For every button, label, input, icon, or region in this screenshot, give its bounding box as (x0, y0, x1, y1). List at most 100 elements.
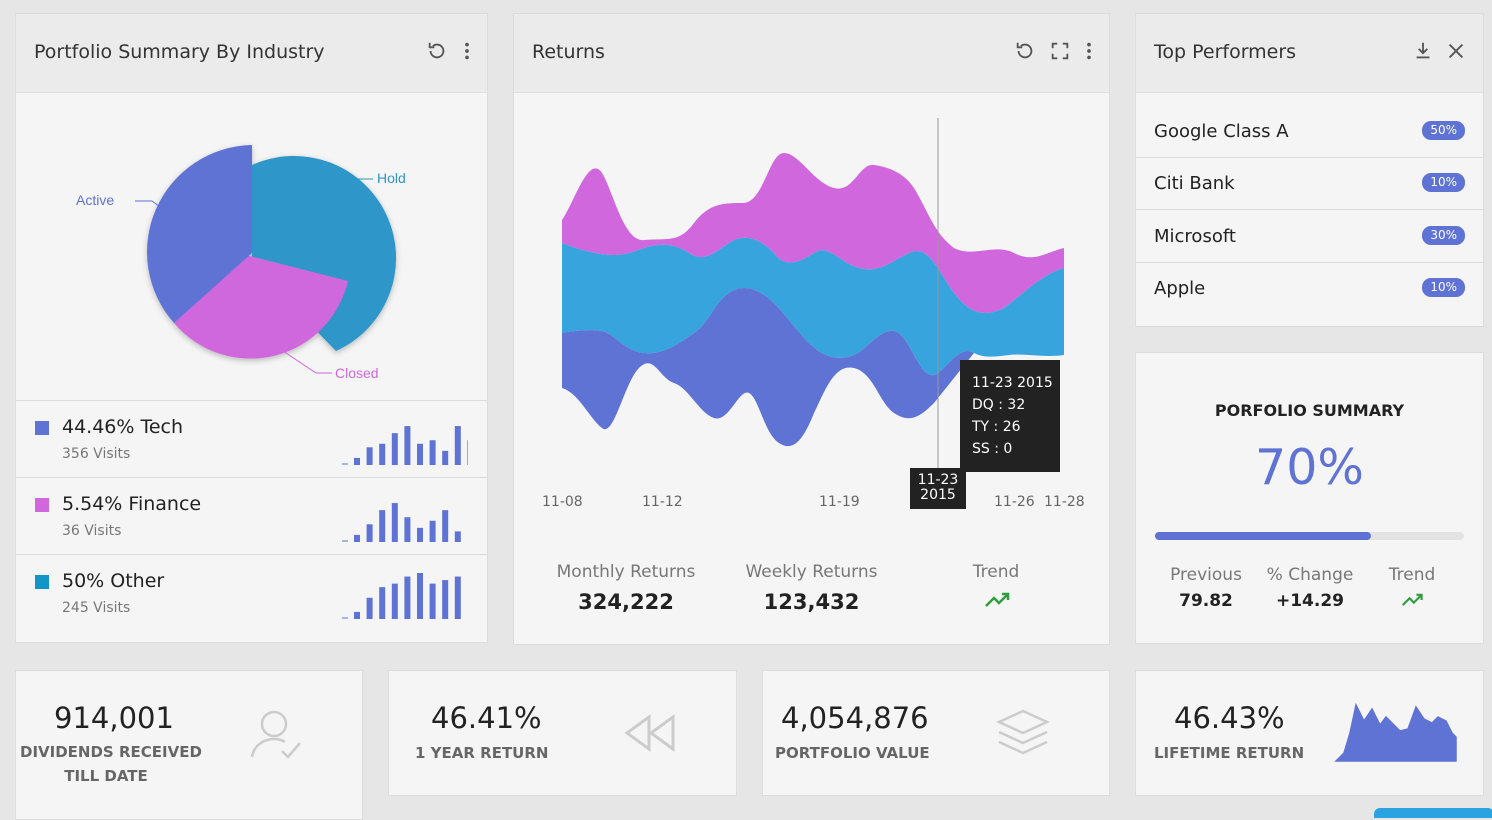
spark-bar (454, 426, 461, 465)
kpi-label: LIFETIME RETURN (1154, 744, 1305, 762)
spark-bar (404, 576, 411, 619)
crosshair-axis-label: 11-23 2015 (910, 468, 966, 509)
kpi-value: 4,054,876 (781, 701, 929, 735)
weekly-returns-label: Weekly Returns (745, 562, 878, 582)
card-title: Portfolio Summary By Industry (34, 41, 325, 63)
portfolio-summary-card: PORFOLIO SUMMARY 70% Previous 79.82 % Ch… (1135, 352, 1484, 644)
top-performers-card: Top Performers Google Class A 50% Citi B… (1135, 13, 1484, 327)
industry-row-finance[interactable]: 5.54% Finance 36 Visits (16, 477, 487, 554)
refresh-icon[interactable] (1014, 40, 1036, 62)
more-vert-icon[interactable] (456, 40, 478, 62)
previous-label: Previous (1170, 565, 1242, 585)
monthly-returns-value: 324,222 (578, 590, 674, 614)
spark-bar (379, 510, 386, 542)
x-tick: 11-12 (642, 494, 683, 510)
more-vert-icon[interactable] (1078, 40, 1100, 62)
spark-bar (442, 510, 449, 542)
performer-badge: 50% (1422, 121, 1465, 140)
x-tick: 11-19 (819, 494, 860, 510)
performer-name: Microsoft (1154, 226, 1236, 247)
visits-sparkline (342, 503, 461, 542)
trend-label: Trend (1388, 565, 1436, 585)
x-tick: 11-26 (994, 494, 1035, 510)
kpi-label: DIVIDENDS RECEIVED (20, 743, 202, 761)
industry-title: 50% Other (62, 570, 165, 592)
spark-bar (354, 534, 360, 542)
performer-row[interactable]: Apple 10% (1136, 262, 1483, 314)
summary-title: PORFOLIO SUMMARY (1214, 401, 1405, 420)
chart-tooltip: 11-23 2015 DQ : 32 TY : 26 SS : 0 (960, 360, 1060, 472)
weekly-returns-value: 123,432 (763, 590, 860, 614)
kpi-card-lifetime-return: 46.43% LIFETIME RETURN (1135, 670, 1484, 796)
percent-change-label: % Change (1266, 565, 1354, 585)
layers-icon (995, 707, 1051, 759)
performer-row[interactable]: Citi Bank 10% (1136, 157, 1483, 210)
summary-progress-track (1155, 532, 1464, 540)
previous-value: 79.82 (1179, 591, 1233, 611)
pie-label-closed: Closed (335, 365, 379, 381)
spark-bar (379, 443, 386, 465)
spark-bar (354, 611, 360, 619)
download-icon[interactable] (1412, 40, 1434, 62)
trend-label: Trend (972, 562, 1020, 582)
tooltip-line-dq: DQ : 32 (972, 397, 1026, 413)
kpi-label-line2: TILL DATE (64, 767, 148, 785)
performer-name: Citi Bank (1154, 173, 1235, 194)
spark-bar (354, 457, 360, 465)
spark-bar (417, 527, 423, 542)
kpi-label: PORTFOLIO VALUE (775, 744, 930, 762)
kpi-label: 1 YEAR RETURN (415, 744, 549, 762)
card-header: Returns (514, 14, 1109, 93)
spark-bar (442, 580, 449, 619)
spark-bar (417, 573, 423, 619)
industry-visits: 36 Visits (62, 523, 122, 539)
industry-row-other[interactable]: 50% Other 245 Visits (16, 554, 487, 631)
close-icon[interactable] (1445, 40, 1467, 62)
spark-bar (379, 587, 386, 619)
summary-value: 70% (1255, 439, 1364, 496)
performer-name: Google Class A (1154, 121, 1289, 142)
spark-bar (391, 503, 398, 542)
performer-badge: 30% (1422, 226, 1465, 245)
tooltip-line-ss: SS : 0 (972, 441, 1013, 457)
legend-swatch (35, 575, 49, 589)
rewind-icon (623, 713, 677, 753)
performer-badge: 10% (1422, 278, 1465, 297)
trending-up-icon (1401, 591, 1425, 609)
x-tick: 11-28 (1044, 494, 1085, 510)
leader-line-closed (279, 348, 332, 374)
returns-card: Returns 11-23 2015 DQ : 32 TY : 26 SS : … (513, 13, 1110, 645)
performer-row[interactable]: Google Class A 50% (1136, 105, 1483, 158)
legend-swatch (35, 421, 49, 435)
kpi-card-dividends: 914,001 DIVIDENDS RECEIVED TILL DATE (15, 670, 363, 820)
percent-change-value: +14.29 (1275, 591, 1345, 611)
tooltip-line-ty: TY : 26 (972, 419, 1021, 435)
spark-bar (454, 531, 461, 542)
legend-swatch (35, 498, 49, 512)
pie-label-hold: Hold (377, 170, 406, 186)
spark-bar (404, 426, 411, 465)
card-title: Returns (532, 41, 605, 63)
card-title: Top Performers (1154, 41, 1297, 63)
performer-badge: 10% (1422, 173, 1465, 192)
kpi-card-year-return: 46.41% 1 YEAR RETURN (388, 670, 737, 796)
industry-row-tech[interactable]: 44.46% Tech 356 Visits (16, 400, 487, 477)
industry-visits: 356 Visits (62, 446, 131, 462)
kpi-card-portfolio-value: 4,054,876 PORTFOLIO VALUE (762, 670, 1110, 796)
spark-bar (366, 524, 373, 542)
spark-bar (391, 433, 398, 465)
spark-bar (429, 583, 436, 619)
tooltip-date: 11-23 2015 (972, 375, 1053, 391)
card-header: Portfolio Summary By Industry (16, 14, 487, 93)
refresh-icon[interactable] (426, 40, 448, 62)
performer-row[interactable]: Microsoft 30% (1136, 210, 1483, 263)
performer-name: Apple (1154, 278, 1206, 299)
monthly-returns-label: Monthly Returns (556, 562, 696, 582)
user-check-icon (248, 707, 304, 761)
spark-bar (467, 440, 468, 465)
fullscreen-icon[interactable] (1049, 40, 1071, 62)
summary-progress-fill (1155, 532, 1372, 540)
spark-bar (366, 447, 373, 465)
spark-bar (417, 443, 423, 465)
visits-sparkline (342, 426, 468, 465)
